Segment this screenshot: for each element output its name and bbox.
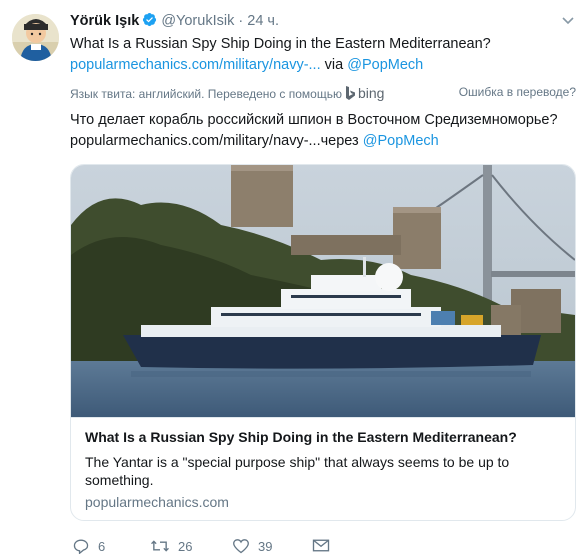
reply-button[interactable]: 6 bbox=[72, 538, 106, 555]
avatar-image bbox=[12, 14, 59, 61]
retweet-button[interactable]: 26 bbox=[150, 538, 192, 554]
translation-bar: Язык твита: английский. Переведено с пом… bbox=[70, 82, 576, 102]
chevron-down-icon[interactable] bbox=[560, 12, 576, 28]
card-body: What Is a Russian Spy Ship Doing in the … bbox=[71, 417, 575, 520]
tweet-link-line: popularmechanics.com/military/navy-... v… bbox=[70, 55, 423, 76]
translation-language-note: Язык твита: английский. Переведено с пом… bbox=[70, 87, 342, 101]
like-count: 39 bbox=[258, 539, 273, 554]
tweet-link[interactable]: popularmechanics.com/military/navy-... bbox=[70, 57, 321, 73]
translation-attribution: Язык твита: английский. Переведено с пом… bbox=[70, 85, 384, 104]
tweet-timestamp[interactable]: 24 ч. bbox=[247, 13, 279, 29]
author-name[interactable]: Yörük Işık bbox=[70, 13, 139, 29]
translated-text-body: Что делает корабль российский шпион в Во… bbox=[70, 112, 558, 128]
retweet-count: 26 bbox=[178, 539, 193, 554]
bing-logo-icon bbox=[345, 86, 356, 104]
link-card[interactable]: What Is a Russian Spy Ship Doing in the … bbox=[70, 164, 576, 521]
tweet-header: Yörük Işık @YorukIsik · 24 ч. bbox=[70, 12, 558, 32]
tweet-text-body: What Is a Russian Spy Ship Doing in the … bbox=[70, 36, 491, 52]
translated-via-mention[interactable]: @PopMech bbox=[363, 133, 439, 149]
via-mention[interactable]: @PopMech bbox=[347, 57, 423, 73]
avatar[interactable] bbox=[12, 14, 59, 61]
card-image bbox=[71, 165, 575, 417]
wrong-translation-link[interactable]: Ошибка в переводе? bbox=[459, 85, 576, 99]
card-description: The Yantar is a "special purpose ship" t… bbox=[85, 454, 510, 488]
translated-text: Что делает корабль российский шпион в Во… bbox=[70, 110, 558, 131]
message-button[interactable] bbox=[312, 538, 330, 553]
tweet-text: What Is a Russian Spy Ship Doing in the … bbox=[70, 34, 491, 55]
translation-provider: bing bbox=[357, 85, 385, 101]
card-domain: popularmechanics.com bbox=[85, 494, 229, 510]
retweet-icon bbox=[151, 540, 169, 552]
like-button[interactable]: 39 bbox=[232, 538, 272, 554]
via-label: via bbox=[324, 57, 344, 73]
author-handle[interactable]: @YorukIsik bbox=[161, 13, 234, 29]
verified-badge-icon bbox=[142, 12, 157, 31]
translated-via-label: через bbox=[320, 133, 359, 149]
reply-icon bbox=[73, 539, 89, 555]
tweet[interactable]: Yörük Işık @YorukIsik · 24 ч. What Is a R… bbox=[0, 0, 588, 556]
translated-link[interactable]: popularmechanics.com/military/navy-... bbox=[70, 133, 321, 149]
message-icon bbox=[312, 539, 330, 552]
reply-count: 6 bbox=[98, 539, 106, 554]
separator-dot: · bbox=[238, 13, 244, 29]
translated-link-line: popularmechanics.com/military/navy-...че… bbox=[70, 131, 439, 152]
card-title: What Is a Russian Spy Ship Doing in the … bbox=[85, 429, 517, 445]
like-icon bbox=[233, 539, 249, 554]
